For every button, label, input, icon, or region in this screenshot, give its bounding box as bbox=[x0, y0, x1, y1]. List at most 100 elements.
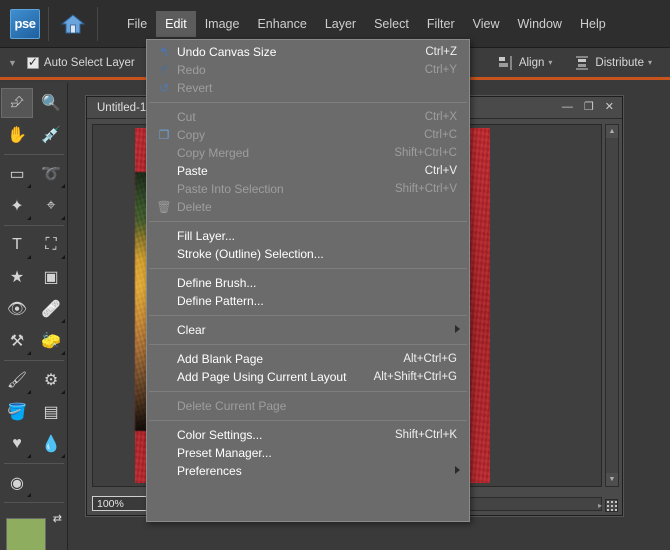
menu-option-delete-current-page: Delete Current Page bbox=[147, 397, 469, 415]
lasso-tool[interactable]: ➰ bbox=[35, 159, 67, 189]
menu-item-view[interactable]: View bbox=[464, 11, 509, 37]
menu-item-edit[interactable]: Edit bbox=[156, 10, 196, 37]
auto-select-layer-checkbox[interactable]: Auto Select Layer bbox=[26, 55, 135, 69]
menu-icon-placeholder bbox=[151, 463, 177, 479]
menu-option-paste[interactable]: Paste Ctrl+V bbox=[147, 162, 469, 180]
menu-option-shortcut: Shift+Ctrl+V bbox=[395, 183, 457, 195]
menu-option-copy-merged: Copy Merged Shift+Ctrl+C bbox=[147, 144, 469, 162]
zoom-level-value[interactable]: 100% bbox=[97, 498, 124, 510]
home-icon[interactable] bbox=[57, 8, 89, 40]
menu-option-define-pattern[interactable]: Define Pattern... bbox=[147, 292, 469, 310]
gradient-tool[interactable]: ▤ bbox=[35, 397, 67, 427]
type-tool[interactable]: T bbox=[1, 230, 33, 260]
menu-item-enhance[interactable]: Enhance bbox=[248, 11, 315, 37]
cookie-cutter-tool[interactable]: ★ bbox=[1, 262, 33, 292]
minimize-button[interactable]: — bbox=[562, 102, 573, 113]
menu-option-add-page-using-current-layout[interactable]: Add Page Using Current Layout Alt+Shift+C… bbox=[147, 368, 469, 386]
tool-group-divider bbox=[4, 463, 64, 464]
menu-option-redo: ↱ Redo Ctrl+Y bbox=[147, 61, 469, 79]
tool-submenu-triangle-icon bbox=[27, 255, 31, 259]
eraser-tool-glyph: 🧽 bbox=[41, 333, 61, 350]
eraser-tool[interactable]: 🧽 bbox=[35, 326, 67, 356]
zoom-tool[interactable]: 🔍 bbox=[35, 88, 67, 118]
tool-submenu-triangle-icon bbox=[61, 351, 65, 355]
menu-option-preset-manager[interactable]: Preset Manager... bbox=[147, 444, 469, 462]
eyedropper-tool-glyph: 💉 bbox=[41, 127, 61, 144]
magic-wand-tool[interactable]: ✦ bbox=[1, 191, 33, 221]
clone-stamp-tool[interactable]: ⚒ bbox=[1, 326, 33, 356]
close-button[interactable]: ✕ bbox=[605, 102, 614, 113]
crop-tool[interactable]: ⛶ bbox=[35, 230, 67, 260]
menu-item-label: Help bbox=[579, 16, 606, 31]
foreground-color-swatch[interactable] bbox=[6, 518, 46, 550]
menu-item-select[interactable]: Select bbox=[365, 11, 418, 37]
menu-option-undo-canvas-size[interactable]: ↰ Undo Canvas Size Ctrl+Z bbox=[147, 43, 469, 61]
menu-option-label: Preset Manager... bbox=[177, 446, 272, 460]
menu-option-label: Copy bbox=[177, 128, 206, 142]
auto-select-layer-check-icon[interactable] bbox=[26, 55, 39, 69]
menu-item-window[interactable]: Window bbox=[509, 11, 571, 37]
rectangular-marquee-tool[interactable]: ▭ bbox=[1, 159, 33, 189]
menu-option-clear[interactable]: Clear bbox=[147, 321, 469, 339]
tool-submenu-triangle-icon bbox=[27, 216, 31, 220]
window-controls: — ❐ ✕ bbox=[562, 102, 614, 113]
color-swatches: ⇄ ❏ bbox=[6, 512, 62, 550]
menu-item-file[interactable]: File bbox=[118, 11, 156, 37]
blur-tool-glyph: 💧 bbox=[41, 436, 61, 453]
menu-option-label: Undo Canvas Size bbox=[177, 45, 277, 59]
menu-item-label: Edit bbox=[165, 16, 187, 31]
rectangular-marquee-tool-glyph: ▭ bbox=[9, 166, 25, 183]
distribute-button[interactable]: Distribute ▾ bbox=[574, 56, 652, 70]
red-eye-removal-tool-glyph: 👁 bbox=[6, 301, 28, 318]
menu-icon-placeholder bbox=[151, 369, 177, 385]
move-tool[interactable]: ⮵ bbox=[1, 88, 33, 118]
custom-shape-tool[interactable]: ♥ bbox=[1, 429, 33, 459]
gradient-tool-glyph: ▤ bbox=[43, 404, 59, 421]
distribute-chevron-down-icon[interactable]: ▾ bbox=[648, 58, 652, 67]
tool-submenu-triangle-icon bbox=[27, 454, 31, 458]
edit-dropdown-menu: ↰ Undo Canvas Size Ctrl+Z ↱ Redo Ctrl+Y ↺ Rever… bbox=[146, 39, 470, 522]
brush-tool[interactable]: 🖌 bbox=[1, 365, 33, 395]
maximize-button[interactable]: ❐ bbox=[584, 102, 594, 113]
paint-bucket-tool[interactable]: 🪣 bbox=[1, 397, 33, 427]
align-chevron-down-icon[interactable]: ▾ bbox=[548, 58, 552, 67]
tool-grid: ⮵ 🔍 ✋ 💉 ▭ ➰ ✦ ⌖ T ⛶ ★ ▣ 👁 🩹 ⚒ 🧽 🖌 ⚙ 🪣 ▤ ♥ 💧 ◉ bbox=[0, 87, 68, 506]
menu-option-delete: 🗑 Delete bbox=[147, 198, 469, 216]
menu-item-image[interactable]: Image bbox=[196, 11, 249, 37]
swap-colors-icon[interactable]: ⇄ bbox=[53, 512, 62, 525]
healing-brush-tool[interactable]: 🩹 bbox=[35, 294, 67, 324]
hand-tool[interactable]: ✋ bbox=[1, 120, 33, 150]
menu-option-preferences[interactable]: Preferences bbox=[147, 462, 469, 480]
menu-option-shortcut: Alt+Shift+Ctrl+G bbox=[373, 371, 457, 383]
red-eye-removal-tool[interactable]: 👁 bbox=[1, 294, 33, 324]
menu-option-label: Delete bbox=[177, 200, 212, 214]
menu-item-help[interactable]: Help bbox=[571, 11, 615, 37]
blur-tool[interactable]: 💧 bbox=[35, 429, 67, 459]
pse-logo: pse bbox=[10, 8, 40, 39]
magic-wand-tool-glyph: ✦ bbox=[10, 198, 24, 215]
smart-brush-tool[interactable]: ⚙ bbox=[35, 365, 67, 395]
menu-option-fill-layer[interactable]: Fill Layer... bbox=[147, 227, 469, 245]
menu-option-label: Fill Layer... bbox=[177, 229, 236, 243]
eyedropper-tool[interactable]: 💉 bbox=[35, 120, 67, 150]
scroll-down-arrow-icon[interactable]: ▼ bbox=[606, 473, 618, 486]
scroll-right-arrow-icon[interactable]: ▸ bbox=[598, 501, 602, 510]
menu-item-filter[interactable]: Filter bbox=[418, 11, 464, 37]
menu-option-add-blank-page[interactable]: Add Blank Page Alt+Ctrl+G bbox=[147, 350, 469, 368]
vertical-scrollbar[interactable]: ▲ ▼ bbox=[605, 124, 619, 487]
resize-grip[interactable] bbox=[605, 499, 618, 512]
menu-option-color-settings[interactable]: Color Settings... Shift+Ctrl+K bbox=[147, 426, 469, 444]
menubar-divider-1 bbox=[48, 6, 49, 41]
align-button[interactable]: Align ▾ bbox=[498, 55, 552, 70]
tool-preset-caret-icon[interactable]: ▼ bbox=[8, 58, 17, 68]
copy-icon: ❐ bbox=[158, 128, 170, 142]
scroll-up-arrow-icon[interactable]: ▲ bbox=[606, 125, 618, 138]
menu-option-label: Revert bbox=[177, 81, 213, 95]
menu-option-define-brush[interactable]: Define Brush... bbox=[147, 274, 469, 292]
straighten-tool[interactable]: ▣ bbox=[35, 262, 67, 292]
menu-item-layer[interactable]: Layer bbox=[316, 11, 365, 37]
sponge-tool[interactable]: ◉ bbox=[1, 468, 33, 498]
menu-icon-placeholder bbox=[151, 145, 177, 161]
quick-selection-tool[interactable]: ⌖ bbox=[35, 191, 67, 221]
menu-option-stroke-outline-selection[interactable]: Stroke (Outline) Selection... bbox=[147, 245, 469, 263]
